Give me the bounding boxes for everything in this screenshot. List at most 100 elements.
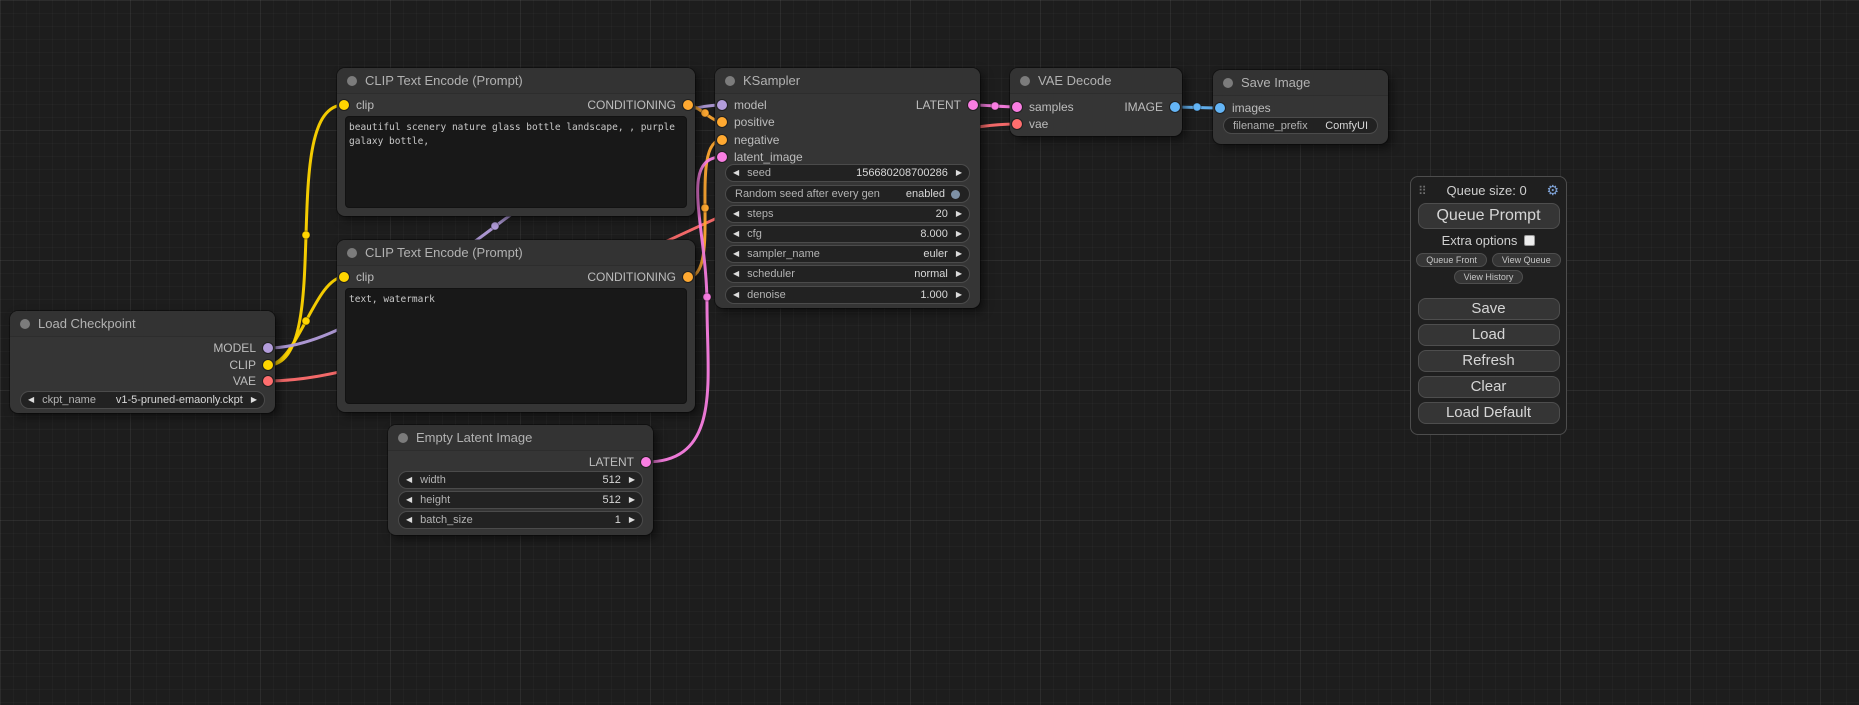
output-latent[interactable]: LATENT — [916, 97, 978, 113]
increment-icon[interactable]: ▶ — [956, 250, 962, 258]
conditioning-port-icon[interactable] — [717, 117, 727, 127]
input-positive[interactable]: positive — [717, 114, 775, 130]
decrement-icon[interactable]: ◀ — [733, 250, 739, 258]
clip-port-icon[interactable] — [339, 100, 349, 110]
load-button[interactable]: Load — [1418, 324, 1560, 346]
width-widget[interactable]: ◀ width 512 ▶ — [398, 471, 643, 489]
conditioning-port-icon[interactable] — [717, 135, 727, 145]
output-clip[interactable]: CLIP — [229, 357, 273, 373]
node-title-bar[interactable]: KSampler — [715, 68, 980, 94]
output-conditioning[interactable]: CONDITIONING — [587, 97, 693, 113]
output-latent[interactable]: LATENT — [589, 454, 651, 470]
decrement-icon[interactable]: ◀ — [406, 516, 412, 524]
node-title-bar[interactable]: Empty Latent Image — [388, 425, 653, 451]
random-seed-widget[interactable]: Random seed after every gen enabled — [725, 185, 970, 203]
node-title-bar[interactable]: VAE Decode — [1010, 68, 1182, 94]
settings-gear-icon[interactable]: ⚙ — [1546, 182, 1559, 199]
seed-widget[interactable]: ◀ seed 156680208700286 ▶ — [725, 164, 970, 182]
node-load-checkpoint[interactable]: Load Checkpoint MODEL CLIP VAE ◀ ckpt_na… — [10, 311, 275, 413]
decrement-icon[interactable]: ◀ — [406, 476, 412, 484]
decrement-icon[interactable]: ◀ — [733, 270, 739, 278]
output-model[interactable]: MODEL — [213, 340, 273, 356]
output-image[interactable]: IMAGE — [1124, 99, 1180, 115]
steps-widget[interactable]: ◀ steps 20 ▶ — [725, 205, 970, 223]
drag-handle-icon[interactable]: ⠿ — [1418, 184, 1427, 198]
scheduler-widget[interactable]: ◀ scheduler normal ▶ — [725, 265, 970, 283]
increment-icon[interactable]: ▶ — [629, 476, 635, 484]
increment-icon[interactable]: ▶ — [251, 396, 257, 404]
view-history-button[interactable]: View History — [1454, 270, 1524, 284]
collapse-dot-icon[interactable] — [398, 433, 408, 443]
latent-port-icon[interactable] — [1012, 102, 1022, 112]
collapse-dot-icon[interactable] — [1223, 78, 1233, 88]
image-port-icon[interactable] — [1170, 102, 1180, 112]
node-save-image[interactable]: Save Image images filename_prefix ComfyU… — [1213, 70, 1388, 144]
queue-front-button[interactable]: Queue Front — [1416, 253, 1487, 267]
latent-port-icon[interactable] — [968, 100, 978, 110]
denoise-widget[interactable]: ◀ denoise 1.000 ▶ — [725, 286, 970, 304]
increment-icon[interactable]: ▶ — [956, 230, 962, 238]
node-clip-text-encode-negative[interactable]: CLIP Text Encode (Prompt) clip CONDITION… — [337, 240, 695, 412]
refresh-button[interactable]: Refresh — [1418, 350, 1560, 372]
randomize-toggle-icon[interactable] — [951, 190, 960, 199]
decrement-icon[interactable]: ◀ — [406, 496, 412, 504]
batch-size-widget[interactable]: ◀ batch_size 1 ▶ — [398, 511, 643, 529]
collapse-dot-icon[interactable] — [725, 76, 735, 86]
increment-icon[interactable]: ▶ — [956, 270, 962, 278]
model-port-icon[interactable] — [263, 343, 273, 353]
positive-prompt-input[interactable]: beautiful scenery nature glass bottle la… — [345, 116, 687, 208]
node-clip-text-encode-positive[interactable]: CLIP Text Encode (Prompt) clip CONDITION… — [337, 68, 695, 216]
filename-prefix-widget[interactable]: filename_prefix ComfyUI — [1223, 117, 1378, 134]
image-port-icon[interactable] — [1215, 103, 1225, 113]
clip-port-icon[interactable] — [263, 360, 273, 370]
clear-button[interactable]: Clear — [1418, 376, 1560, 398]
latent-port-icon[interactable] — [717, 152, 727, 162]
increment-icon[interactable]: ▶ — [629, 496, 635, 504]
increment-icon[interactable]: ▶ — [956, 169, 962, 177]
node-title-bar[interactable]: Save Image — [1213, 70, 1388, 96]
conditioning-port-icon[interactable] — [683, 100, 693, 110]
input-images[interactable]: images — [1215, 100, 1271, 116]
node-title-bar[interactable]: CLIP Text Encode (Prompt) — [337, 240, 695, 266]
decrement-icon[interactable]: ◀ — [733, 210, 739, 218]
extra-options-checkbox[interactable] — [1524, 235, 1535, 246]
decrement-icon[interactable]: ◀ — [733, 230, 739, 238]
input-latent-image[interactable]: latent_image — [717, 149, 803, 165]
cfg-widget[interactable]: ◀ cfg 8.000 ▶ — [725, 225, 970, 243]
vae-port-icon[interactable] — [263, 376, 273, 386]
input-negative[interactable]: negative — [717, 132, 779, 148]
collapse-dot-icon[interactable] — [20, 319, 30, 329]
increment-icon[interactable]: ▶ — [629, 516, 635, 524]
input-samples[interactable]: samples — [1012, 99, 1074, 115]
negative-prompt-input[interactable]: text, watermark — [345, 288, 687, 404]
node-title-bar[interactable]: CLIP Text Encode (Prompt) — [337, 68, 695, 94]
conditioning-port-icon[interactable] — [683, 272, 693, 282]
decrement-icon[interactable]: ◀ — [733, 169, 739, 177]
input-vae[interactable]: vae — [1012, 116, 1048, 132]
increment-icon[interactable]: ▶ — [956, 291, 962, 299]
clip-port-icon[interactable] — [339, 272, 349, 282]
ckpt-name-widget[interactable]: ◀ ckpt_name v1-5-pruned-emaonly.ckpt ▶ — [20, 391, 265, 409]
input-model[interactable]: model — [717, 97, 767, 113]
node-title-bar[interactable]: Load Checkpoint — [10, 311, 275, 337]
view-queue-button[interactable]: View Queue — [1492, 253, 1561, 267]
height-widget[interactable]: ◀ height 512 ▶ — [398, 491, 643, 509]
collapse-dot-icon[interactable] — [347, 248, 357, 258]
collapse-dot-icon[interactable] — [347, 76, 357, 86]
output-vae[interactable]: VAE — [233, 373, 273, 389]
decrement-icon[interactable]: ◀ — [28, 396, 34, 404]
latent-port-icon[interactable] — [641, 457, 651, 467]
load-default-button[interactable]: Load Default — [1418, 402, 1560, 424]
node-ksampler[interactable]: KSampler model positive negative latent_… — [715, 68, 980, 308]
increment-icon[interactable]: ▶ — [956, 210, 962, 218]
collapse-dot-icon[interactable] — [1020, 76, 1030, 86]
node-vae-decode[interactable]: VAE Decode samples vae IMAGE — [1010, 68, 1182, 136]
sampler-name-widget[interactable]: ◀ sampler_name euler ▶ — [725, 245, 970, 263]
decrement-icon[interactable]: ◀ — [733, 291, 739, 299]
node-empty-latent-image[interactable]: Empty Latent Image LATENT ◀ width 512 ▶ … — [388, 425, 653, 535]
output-conditioning[interactable]: CONDITIONING — [587, 269, 693, 285]
node-graph-canvas[interactable]: Load Checkpoint MODEL CLIP VAE ◀ ckpt_na… — [0, 0, 1859, 705]
input-clip[interactable]: clip — [339, 269, 374, 285]
vae-port-icon[interactable] — [1012, 119, 1022, 129]
input-clip[interactable]: clip — [339, 97, 374, 113]
